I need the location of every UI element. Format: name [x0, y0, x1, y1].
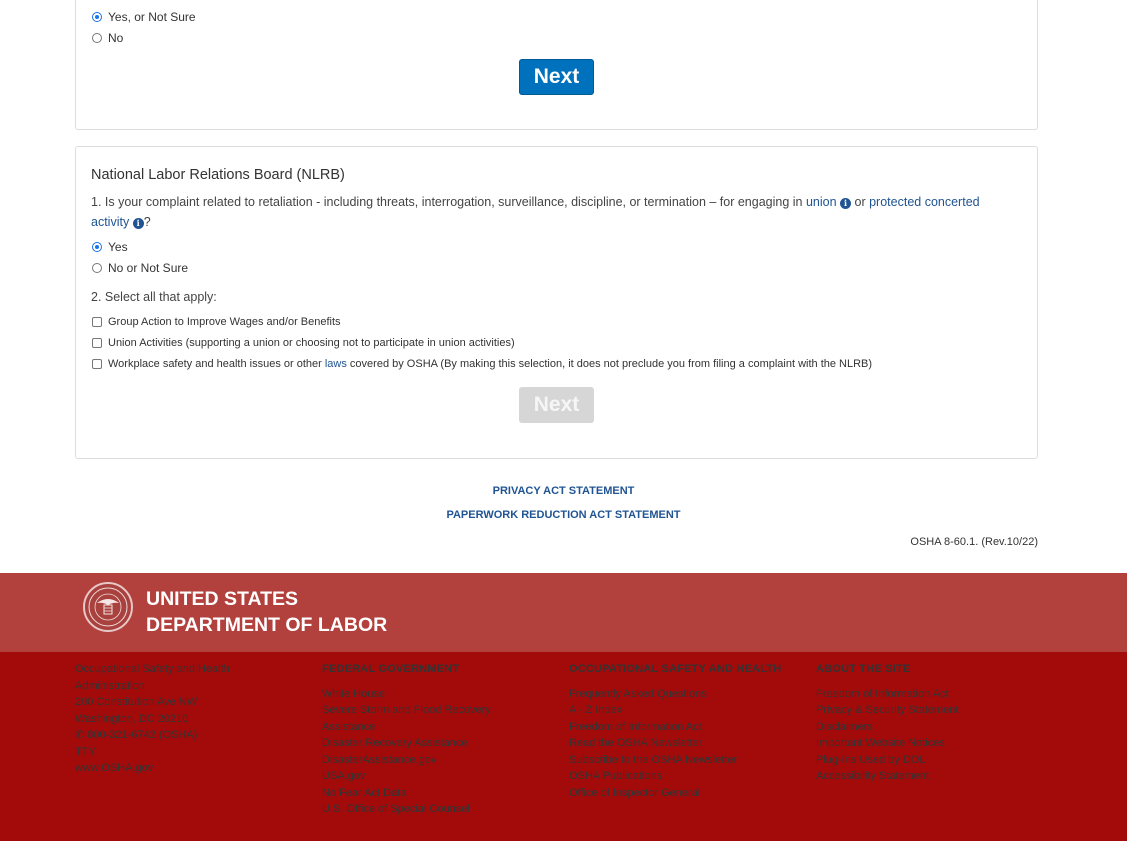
footer-link[interactable]: Freedom of Information Act [816, 686, 958, 703]
next-button[interactable]: Next [519, 59, 594, 95]
radio-option-yes[interactable]: Yes [92, 240, 128, 254]
dol-seal-icon[interactable] [83, 582, 133, 632]
info-icon[interactable]: i [840, 198, 852, 209]
footer-link[interactable]: White House [322, 686, 491, 703]
address-line: Occupational Safety and Health [75, 663, 230, 675]
tty-link[interactable]: TTY [75, 744, 230, 761]
footer-link[interactable]: Accessibility Statement [816, 768, 958, 785]
footer-link[interactable]: Privacy & Security Statement [816, 702, 958, 719]
footer-link[interactable]: Important Website Notices [816, 735, 958, 752]
osha-site-link[interactable]: www.OSHA.gov [75, 760, 230, 777]
laws-link[interactable]: laws [325, 358, 347, 370]
radio-button[interactable] [92, 242, 102, 252]
address-line: Administration [75, 679, 145, 692]
section-title: National Labor Relations Board (NLRB) [91, 167, 345, 183]
footer-link[interactable]: A - Z Index [569, 702, 781, 719]
footer-link[interactable]: Disaster Recovery Assistance [322, 735, 491, 752]
footer-link[interactable]: OSHA Publications [569, 768, 781, 785]
radio-label: No [108, 31, 124, 45]
footer-heading: ABOUT THE SITE [816, 663, 911, 675]
footer-link[interactable]: Frequently Asked Questions [569, 686, 781, 703]
footer-federal-government: FEDERAL GOVERNMENT White House Severe St… [322, 661, 491, 818]
checkbox[interactable] [92, 359, 102, 369]
footer-occupational-safety-and-health: OCCUPATIONAL SAFETY AND HEALTH Frequentl… [569, 661, 781, 801]
footer-link[interactable]: Plug-Ins Used by DOL [816, 752, 958, 769]
phone-icon: ✆ [75, 729, 85, 741]
phone-link[interactable]: ✆ 800-321-6742 (OSHA) [75, 727, 230, 744]
radio-button[interactable] [92, 12, 102, 22]
paperwork-reduction-act-link[interactable]: PAPERWORK REDUCTION ACT STATEMENT [0, 509, 1127, 521]
checkbox-label: Group Action to Improve Wages and/or Ben… [108, 316, 341, 328]
radio-label: No or Not Sure [108, 261, 189, 275]
footer-heading: OCCUPATIONAL SAFETY AND HEALTH [569, 663, 782, 675]
footer-link[interactable]: No Fear Act Data [322, 785, 491, 802]
footer-link[interactable]: DisasterAssistance.gov [322, 752, 491, 769]
radio-button[interactable] [92, 263, 102, 273]
question-1-suffix: ? [143, 214, 151, 229]
dol-brand-name[interactable]: UNITED STATES DEPARTMENT OF LABOR [146, 586, 387, 638]
radio-button[interactable] [92, 33, 102, 43]
footer-link[interactable]: Subscribe to the OSHA Newsletter [569, 752, 781, 769]
radio-label: Yes [108, 240, 128, 254]
checkbox-label: Union Activities (supporting a union or … [108, 337, 515, 349]
privacy-act-statement-link[interactable]: PRIVACY ACT STATEMENT [0, 485, 1127, 497]
footer-link[interactable]: Read the OSHA Newsletter [569, 735, 781, 752]
checkbox[interactable] [92, 338, 102, 348]
brand-line-2: DEPARTMENT OF LABOR [146, 614, 388, 636]
checkbox-option-group-action[interactable]: Group Action to Improve Wages and/or Ben… [92, 316, 341, 328]
footer-about-the-site: ABOUT THE SITE Freedom of Information Ac… [816, 661, 958, 785]
brand-line-1: UNITED STATES [146, 588, 299, 610]
form-number: OSHA 8-60.1. (Rev.10/22) [910, 536, 1038, 548]
footer-address: Occupational Safety and Health Administr… [75, 661, 230, 777]
footer-link[interactable]: U.S. Office of Special Counsel [322, 801, 491, 818]
address-line: 200 Constitution Ave NW [75, 696, 198, 708]
nlrb-panel: National Labor Relations Board (NLRB) 1.… [75, 146, 1038, 459]
footer-link[interactable]: Disclaimers [816, 719, 958, 736]
checkbox-option-union-activities[interactable]: Union Activities (supporting a union or … [92, 337, 515, 349]
checkbox-option-workplace-safety[interactable]: Workplace safety and health issues or ot… [92, 358, 872, 370]
checkbox[interactable] [92, 317, 102, 327]
question-2-label: 2. Select all that apply: [91, 290, 217, 304]
checkbox-label-suffix: covered by OSHA (By making this selectio… [346, 358, 873, 370]
footer-link[interactable]: Office of Inspector General [569, 785, 781, 802]
next-button-disabled[interactable]: Next [519, 387, 594, 423]
question-1: 1. Is your complaint related to retaliat… [91, 193, 1011, 232]
radio-option-yes-or-not-sure[interactable]: Yes, or Not Sure [92, 10, 196, 24]
checkbox-label-prefix: Workplace safety and health issues or ot… [108, 358, 325, 370]
union-link[interactable]: union [806, 195, 837, 209]
footer-link[interactable]: Freedom of Information Act [569, 719, 781, 736]
checkbox-label: Workplace safety and health issues or ot… [108, 358, 872, 370]
question-1-text: 1. Is your complaint related to retaliat… [91, 195, 806, 209]
info-icon[interactable]: i [132, 217, 144, 229]
footer-link[interactable]: Severe Storm and Flood Recovery [322, 702, 491, 719]
radio-option-no[interactable]: No [92, 31, 123, 45]
phone-number: 800-321-6742 (OSHA) [87, 729, 198, 741]
question-1-or: or [851, 195, 870, 209]
address-line: Washington, DC 20210 [75, 712, 189, 725]
footer-link[interactable]: USA.gov [322, 768, 491, 785]
radio-label: Yes, or Not Sure [108, 10, 196, 24]
footer-link[interactable]: Assistance [322, 719, 491, 736]
radio-option-no-or-not-sure[interactable]: No or Not Sure [92, 261, 188, 275]
footer-heading: FEDERAL GOVERNMENT [322, 663, 460, 675]
previous-question-panel: Yes, or Not Sure No Next [75, 0, 1038, 130]
